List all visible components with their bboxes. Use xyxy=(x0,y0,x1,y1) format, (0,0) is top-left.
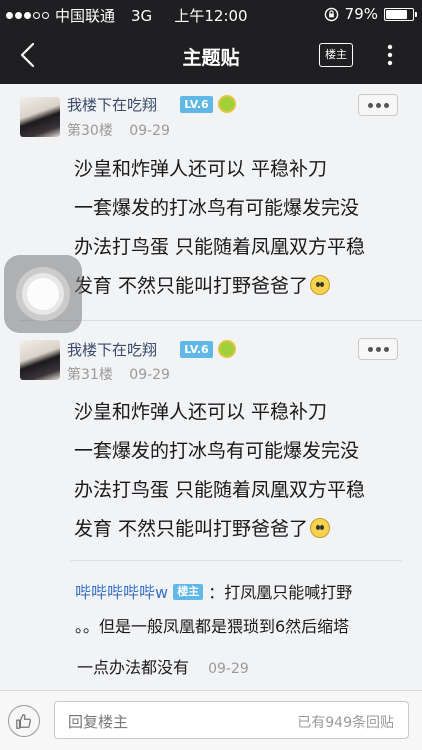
thumbs-up-icon xyxy=(16,714,31,729)
reply-input[interactable]: 回复楼主 已有949条回贴 xyxy=(54,701,409,739)
post-date: 09-29 xyxy=(129,367,170,383)
medal-icon xyxy=(218,340,236,358)
content-line: 办法打鸟蛋 只能随着凤凰双方平稳 xyxy=(74,479,366,501)
floor-and-date: 第31楼 09-29 xyxy=(67,364,170,384)
post-date: 09-29 xyxy=(129,123,170,139)
reply-date: 09-29 xyxy=(208,661,249,677)
post-content: 沙皇和炸弹人还可以 平稳补刀 一套爆发的打冰鸟有可能爆发完没 办法打鸟蛋 只能随… xyxy=(74,150,365,306)
battery-icon xyxy=(384,7,417,21)
level-badge: LV.6 xyxy=(180,96,213,113)
post-content: 沙皇和炸弹人还可以 平稳补刀 一套爆发的打冰鸟有可能爆发完没 办法打鸟蛋 只能随… xyxy=(74,393,365,549)
floor-reply[interactable]: 哔哔哔哔哔w 楼主 ：打凤凰只能喊打野 。。但是一般凤凰都是猥琐到6然后缩塔 一… xyxy=(68,565,422,685)
floor-number: 第30楼 xyxy=(67,123,113,139)
assistive-touch-button[interactable] xyxy=(4,255,82,333)
tearful-face-emoji-icon xyxy=(310,518,331,538)
reply-text: 。。但是一般凤凰都是猥琐到6然后缩塔 xyxy=(75,617,350,636)
content-line: 沙皇和炸弹人还可以 平稳补刀 xyxy=(74,158,328,180)
content-line: 发育 不然只能叫打野爸爸了 xyxy=(74,518,309,540)
nav-bar: 主题贴 楼主 xyxy=(0,28,422,84)
reply-username[interactable]: 哔哔哔哔哔w xyxy=(75,583,168,602)
post-username[interactable]: 我楼下在吃翔 xyxy=(67,339,157,360)
content-line-with-emoji: 发育 不然只能叫打野爸爸了 xyxy=(74,510,365,549)
post-more-button[interactable] xyxy=(358,94,398,116)
avatar[interactable] xyxy=(20,340,60,380)
reply-divider xyxy=(70,560,402,561)
content-line: 一套爆发的打冰鸟有可能爆发完没 xyxy=(74,440,360,462)
only-op-button[interactable]: 楼主 xyxy=(319,43,353,67)
post-username[interactable]: 我楼下在吃翔 xyxy=(67,94,157,115)
status-right: 79% xyxy=(324,5,417,23)
rotation-lock-icon xyxy=(324,7,338,21)
bottom-reply-bar: 回复楼主 已有949条回贴 xyxy=(0,690,422,750)
page-title: 主题贴 xyxy=(182,47,240,69)
reply-line-2: 。。但是一般凤凰都是猥琐到6然后缩塔 xyxy=(75,613,349,637)
reply-count: 已有949条回贴 xyxy=(297,715,394,731)
status-bar: 中国联通 3G 上午12:00 79% xyxy=(0,0,422,28)
tearful-face-emoji-icon xyxy=(310,275,331,295)
more-vertical-icon[interactable] xyxy=(380,40,400,70)
op-badge: 楼主 xyxy=(173,584,204,600)
level-badge: LV.6 xyxy=(180,341,213,358)
reply-text: ：打凤凰只能喊打野 xyxy=(208,583,353,602)
floor-and-date: 第30楼 09-29 xyxy=(67,120,170,140)
floor-number: 第31楼 xyxy=(67,367,113,383)
reply-line-3: 一点办法都没有 09-29 xyxy=(77,654,249,678)
post-more-button[interactable] xyxy=(358,338,398,360)
like-button[interactable] xyxy=(8,705,40,737)
battery-percent: 79% xyxy=(344,5,378,23)
reply-text: 一点办法都没有 xyxy=(77,658,190,677)
content-line-with-emoji: 发育 不然只能叫打野爸爸了 xyxy=(74,267,365,306)
content-line: 发育 不然只能叫打野爸爸了 xyxy=(74,275,309,297)
content-line: 沙皇和炸弹人还可以 平稳补刀 xyxy=(74,401,328,423)
reply-line-1: 哔哔哔哔哔w 楼主 ：打凤凰只能喊打野 xyxy=(75,579,352,603)
avatar[interactable] xyxy=(20,97,60,137)
content-line: 办法打鸟蛋 只能随着凤凰双方平稳 xyxy=(74,236,366,258)
content-line: 一套爆发的打冰鸟有可能爆发完没 xyxy=(74,197,360,219)
reply-placeholder: 回复楼主 xyxy=(68,713,129,731)
medal-icon xyxy=(218,95,236,113)
